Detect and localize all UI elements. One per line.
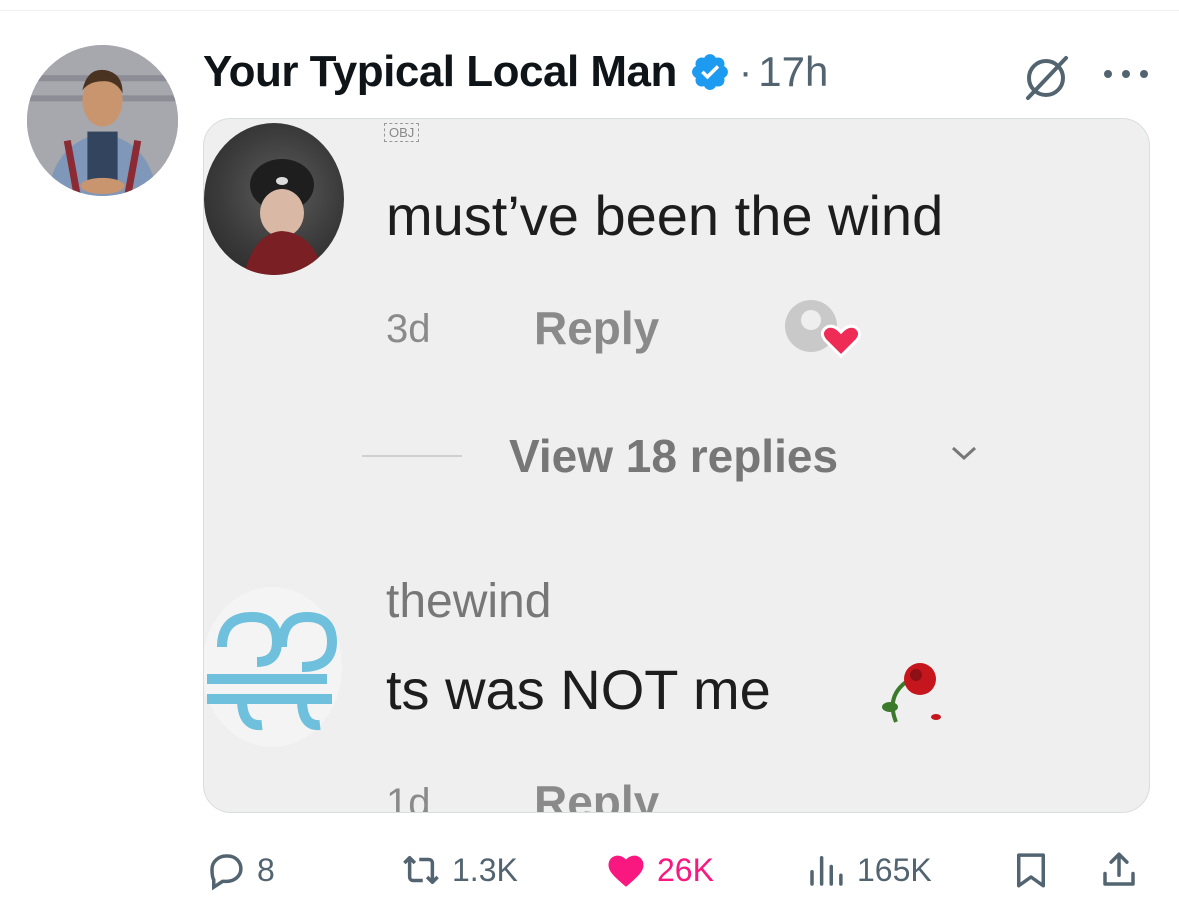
repost-button[interactable]: 1.3K	[400, 840, 518, 900]
commenter-avatar-wind	[204, 587, 342, 747]
comment-time: 3d	[386, 307, 431, 351]
post-time[interactable]: 17h	[758, 48, 828, 96]
comment-text-2: ts was NOT me	[386, 658, 771, 721]
like-count: 26K	[657, 851, 714, 888]
reply-button[interactable]: 8	[205, 840, 275, 900]
grok-icon[interactable]	[1018, 50, 1074, 106]
comment-reply-button-2: Reply	[534, 776, 660, 813]
chevron-down-icon	[951, 446, 977, 461]
comment-time-2: 1d	[386, 781, 431, 813]
bookmark-icon	[1017, 853, 1045, 888]
commenter-avatar	[204, 123, 344, 275]
like-icon	[608, 855, 644, 887]
bookmark-button[interactable]	[1010, 840, 1062, 900]
replies-divider	[362, 455, 462, 457]
reply-count: 8	[257, 851, 275, 888]
avatar-illustration	[27, 45, 178, 196]
like-button[interactable]: 26K	[605, 840, 714, 900]
wilted-rose-icon	[882, 663, 941, 723]
views-icon	[810, 856, 843, 886]
repost-count: 1.3K	[452, 851, 518, 888]
share-icon	[1103, 852, 1135, 886]
author-avatar[interactable]	[27, 45, 178, 196]
post-media-image[interactable]: OBJ must’ve been the wind 3d Reply View …	[203, 118, 1150, 813]
share-button[interactable]	[1098, 840, 1150, 900]
comment-username: thewind	[386, 575, 552, 628]
views-button[interactable]: 165K	[805, 840, 932, 900]
obj-tag: OBJ	[384, 123, 420, 142]
author-name[interactable]: Your Typical Local Man	[203, 47, 677, 97]
view-replies-link: View 18 replies	[509, 430, 839, 482]
top-divider	[0, 10, 1179, 11]
comment-reply-button: Reply	[534, 302, 660, 354]
header-separator: ·	[738, 49, 753, 94]
view-count: 165K	[857, 851, 932, 888]
reply-icon	[210, 854, 243, 891]
creator-liked-icon	[785, 300, 862, 359]
post-action-bar: 8 1.3K 26K 165K	[0, 840, 1179, 900]
comment-text: must’ve been the wind	[386, 184, 944, 247]
repost-icon	[403, 856, 439, 884]
verified-badge-icon	[691, 54, 728, 90]
more-icon[interactable]	[1100, 64, 1152, 84]
post-header: Your Typical Local Man · 17h	[203, 42, 828, 102]
wind-icon	[207, 611, 338, 731]
